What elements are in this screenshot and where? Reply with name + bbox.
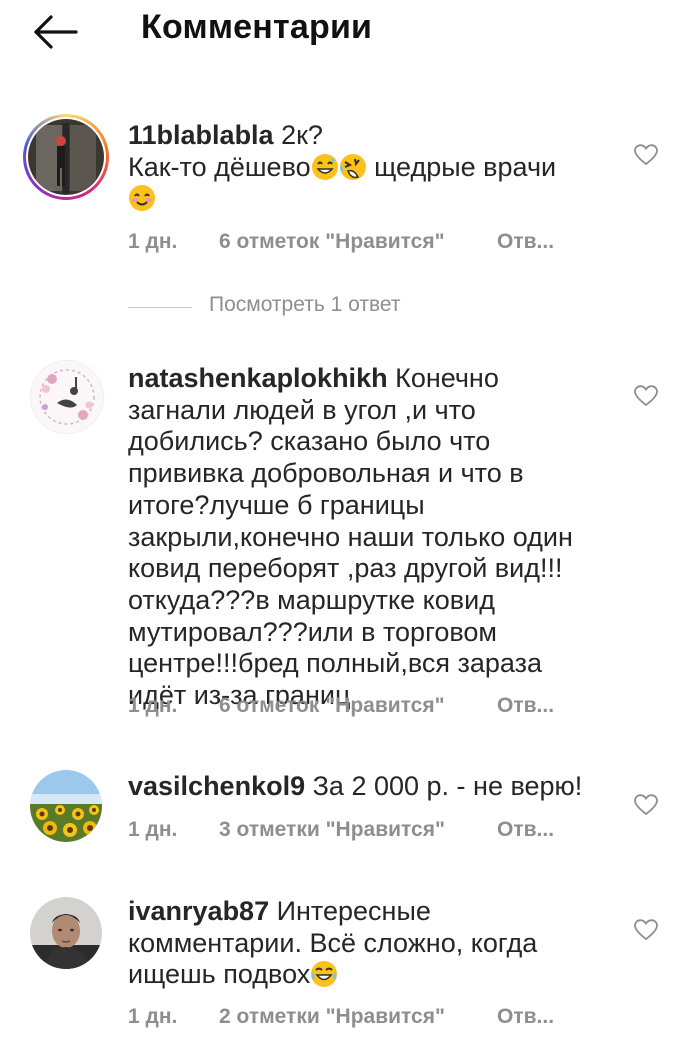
back-arrow-icon[interactable]	[30, 10, 80, 54]
avatar[interactable]	[30, 770, 102, 842]
comment-meta: 1 дн. 2 отметки "Нравится" Отв...	[128, 1005, 554, 1029]
comment-likes-count[interactable]: 6 отметок "Нравится"	[219, 694, 445, 718]
comment-meta: 1 дн. 3 отметки "Нравится" Отв...	[128, 818, 554, 842]
comment-username[interactable]: ivanryab87	[128, 896, 269, 926]
header: Комментарии	[0, 0, 700, 62]
comment-body: Конечно загнали людей в угол ,и что доби…	[128, 363, 573, 711]
comment-time: 1 дн.	[128, 694, 178, 717]
comment-time: 1 дн.	[128, 818, 178, 841]
view-replies-button[interactable]: Посмотреть 1 ответ	[209, 293, 400, 317]
comment-username[interactable]: 11blablabla	[128, 120, 274, 150]
like-heart-icon[interactable]	[634, 919, 658, 941]
comment-username[interactable]: vasilchenkol9	[128, 771, 305, 801]
tears-of-joy-emoji-icon	[310, 960, 338, 988]
like-heart-icon[interactable]	[634, 385, 658, 407]
comment-username[interactable]: natashenkaplokhikh	[128, 363, 388, 393]
divider-line	[128, 307, 192, 308]
grinning-sweat-emoji-icon	[311, 153, 339, 181]
comment-time: 1 дн.	[128, 1005, 178, 1028]
comment-likes-count[interactable]: 2 отметки "Нравится"	[219, 1005, 445, 1029]
avatar-image	[28, 119, 104, 195]
comment-text: vasilchenkol9 За 2 000 р. - не верю!	[128, 771, 598, 803]
comment-text: 11blablabla 2к? Как-то дёшево щедрые вра…	[128, 120, 598, 215]
comment-text: ivanryab87 Интересные комментарии. Всё с…	[128, 896, 598, 991]
comment-likes-count[interactable]: 3 отметки "Нравится"	[219, 818, 445, 842]
comment-time: 1 дн.	[128, 230, 178, 253]
avatar[interactable]	[30, 897, 102, 969]
comment-likes-count[interactable]: 6 отметок "Нравится"	[219, 230, 445, 254]
comment-body: За 2 000 р. - не верю!	[312, 771, 583, 801]
like-heart-icon[interactable]	[634, 144, 658, 166]
comment-meta: 1 дн. 6 отметок "Нравится" Отв...	[128, 694, 554, 718]
like-heart-icon[interactable]	[634, 794, 658, 816]
comment-meta: 1 дн. 6 отметок "Нравится" Отв...	[128, 230, 554, 254]
reply-button[interactable]: Отв...	[497, 818, 554, 842]
avatar[interactable]	[30, 360, 104, 434]
avatar[interactable]	[23, 114, 109, 200]
rolling-laughing-emoji-icon	[339, 153, 367, 181]
smiling-emoji-icon	[128, 184, 156, 212]
page-title: Комментарии	[141, 8, 373, 46]
comment-text: natashenkaplokhikh Конечно загнали людей…	[128, 363, 598, 712]
reply-button[interactable]: Отв...	[497, 230, 554, 254]
comment-text-part2: щедрые врачи	[366, 151, 557, 182]
reply-button[interactable]: Отв...	[497, 694, 554, 718]
reply-button[interactable]: Отв...	[497, 1005, 554, 1029]
